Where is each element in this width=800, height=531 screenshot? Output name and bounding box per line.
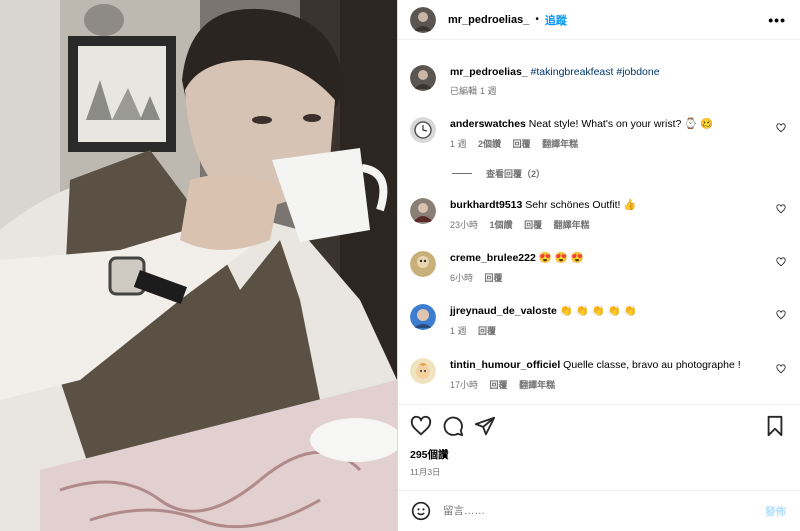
comment: jjreynaud_de_valoste 👏 👏 👏 👏 👏 1 週 回覆 [410,304,786,338]
comment-time: 6小時 [450,273,474,283]
like-comment-icon[interactable] [776,204,786,214]
avatar[interactable] [410,65,436,91]
comment-text: Quelle classe, bravo au photographe ! [563,359,741,371]
more-options-button[interactable]: ••• [768,12,786,28]
avatar[interactable] [410,117,436,143]
comment-likes[interactable]: 2個讚 [478,139,501,149]
comment: burkhardt9513 Sehr schönes Outfit! 👍 23小… [410,198,786,232]
replies-line [452,173,472,174]
comment: tintin_humour_officiel Quelle classe, br… [410,358,786,392]
comment-username[interactable]: burkhardt9513 [450,199,522,211]
save-bookmark-icon[interactable] [764,415,786,437]
separator-dot: • [535,14,539,25]
share-icon[interactable] [474,415,496,437]
comment-composer: 發佈 [398,490,800,531]
comment-text: 😍 😍 😍 [538,252,584,264]
edited-label: 已編輯 [450,86,478,96]
follow-button[interactable]: 追蹤 [545,12,567,28]
avatar[interactable] [410,304,436,330]
reply-button[interactable]: 回覆 [478,326,496,336]
post-date: 11月3日 [410,467,441,477]
like-comment-icon[interactable] [776,257,786,267]
translate-button[interactable]: 翻譯年糕 [554,220,590,230]
comment-username[interactable]: creme_brulee222 [450,252,536,264]
comments-list[interactable]: mr_pedroelias_ #takingbreakfeast #jobdon… [398,41,800,403]
view-replies-label[interactable]: 查看回覆（2） [486,167,545,180]
reply-button[interactable]: 回覆 [485,273,503,283]
caption-time: 1 週 [480,86,497,96]
caption-username[interactable]: mr_pedroelias_ [450,66,528,78]
comment-time: 17小時 [450,380,479,390]
comment-text: 👏 👏 👏 👏 👏 [559,305,637,317]
reply-button[interactable]: 回覆 [513,139,531,149]
emoji-icon[interactable] [411,501,431,521]
likes-count[interactable]: 295個讚 [410,447,449,462]
comment-username[interactable]: tintin_humour_officiel [450,359,560,371]
avatar[interactable] [410,198,436,224]
comment-username[interactable]: jjreynaud_de_valoste [450,305,557,317]
comment: creme_brulee222 😍 😍 😍 6小時 回覆 [410,251,786,285]
post-photo[interactable] [0,0,397,531]
post-actions: 295個讚 11月3日 [398,404,800,490]
translate-button[interactable]: 翻譯年糕 [542,139,578,149]
reply-button[interactable]: 回覆 [490,380,508,390]
like-comment-icon[interactable] [776,364,786,374]
caption-hashtags[interactable]: #takingbreakfeast #jobdone [531,66,660,78]
avatar[interactable] [410,358,436,384]
view-replies-button[interactable]: 查看回覆（2） [452,167,545,180]
caption: mr_pedroelias_ #takingbreakfeast #jobdon… [410,65,786,98]
comment-time: 1 週 [450,139,467,149]
comment-time: 1 週 [450,326,467,336]
comment-text: Neat style! What's on your wrist? ⌚ 🥴 [528,118,714,130]
comment-text: Sehr schönes Outfit! 👍 [525,199,637,211]
comment-input[interactable] [443,505,765,517]
comment-likes[interactable]: 1個讚 [490,220,513,230]
comment-time: 23小時 [450,220,479,230]
avatar[interactable] [410,6,436,33]
post-panel: mr_pedroelias_ • 追蹤 ••• mr_pedroelias_ #… [397,0,800,531]
post-username[interactable]: mr_pedroelias_ [448,14,529,26]
comment-icon[interactable] [442,415,464,437]
comment: anderswatches Neat style! What's on your… [410,117,786,151]
translate-button[interactable]: 翻譯年糕 [519,380,555,390]
like-icon[interactable] [410,415,432,437]
comment-username[interactable]: anderswatches [450,118,526,130]
post-comment-button[interactable]: 發佈 [765,504,786,519]
reply-button[interactable]: 回覆 [524,220,542,230]
post-header: mr_pedroelias_ • 追蹤 ••• [398,0,800,40]
like-comment-icon[interactable] [776,123,786,133]
avatar[interactable] [410,251,436,277]
like-comment-icon[interactable] [776,310,786,320]
